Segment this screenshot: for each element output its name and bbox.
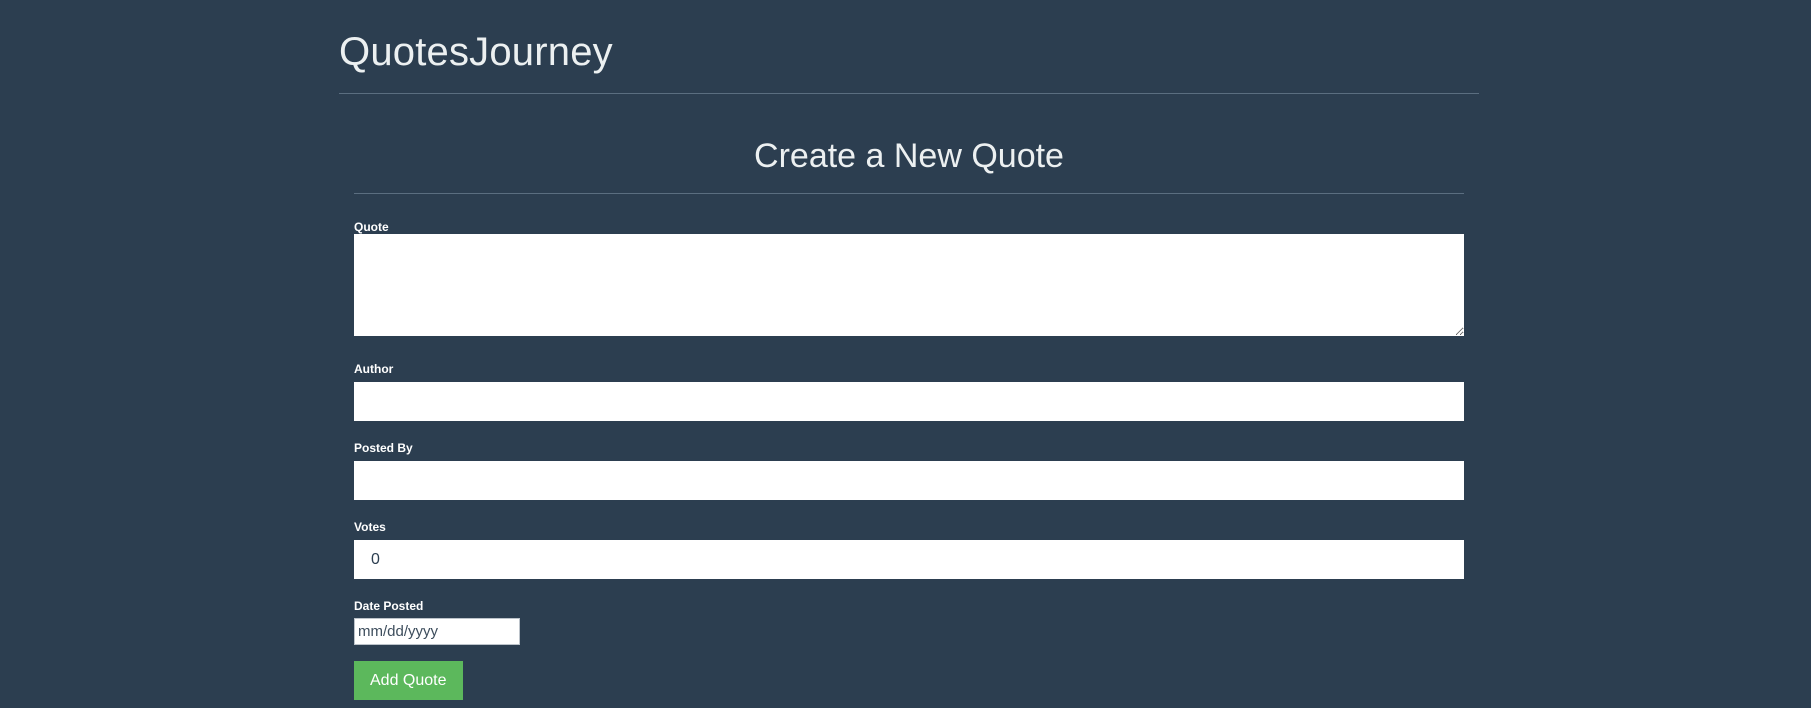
form-divider <box>354 193 1464 194</box>
page-title: Create a New Quote <box>754 137 1064 175</box>
brand-title[interactable]: QuotesJourney <box>339 29 613 93</box>
quote-textarea[interactable] <box>354 234 1464 336</box>
date-posted-label: Date Posted <box>354 599 424 613</box>
author-input[interactable] <box>354 382 1464 421</box>
add-quote-button[interactable]: Add Quote <box>354 661 463 700</box>
posted-by-input[interactable] <box>354 461 1464 500</box>
header-divider <box>339 93 1479 94</box>
votes-input[interactable] <box>354 540 1464 579</box>
quote-label: Quote <box>354 220 389 234</box>
author-label: Author <box>354 362 394 376</box>
posted-by-label: Posted By <box>354 441 413 455</box>
votes-label: Votes <box>354 520 386 534</box>
date-posted-input[interactable]: mm/dd/yyyy <box>354 618 520 645</box>
